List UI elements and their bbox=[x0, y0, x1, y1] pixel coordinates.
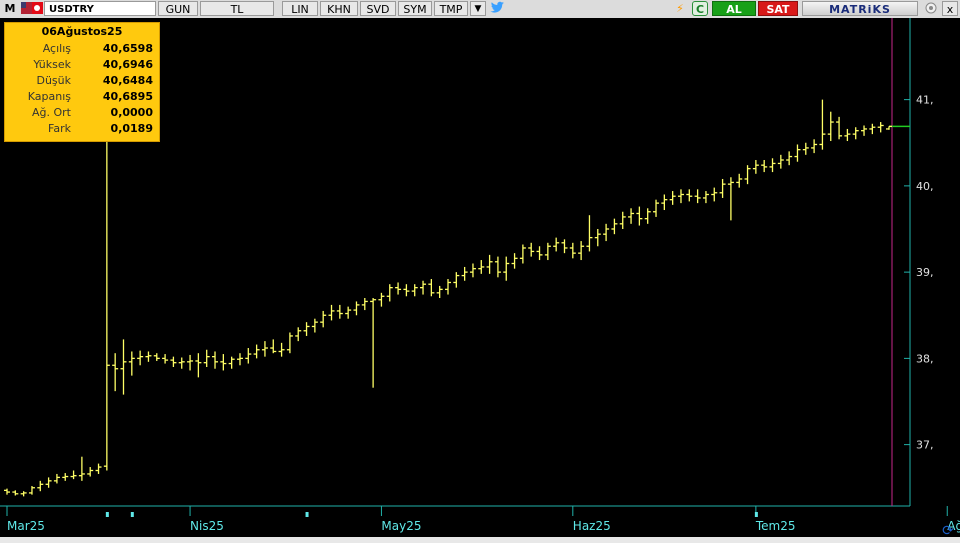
options-icon[interactable] bbox=[922, 1, 940, 16]
horizontal-scrollbar[interactable] bbox=[0, 537, 960, 543]
flag-icon bbox=[20, 1, 44, 16]
event-marker[interactable] bbox=[105, 512, 109, 517]
info-value: 40,6598 bbox=[102, 42, 153, 55]
symbol-input[interactable]: USDTRY bbox=[44, 1, 156, 16]
info-date: 06Ağustos25 bbox=[41, 25, 123, 38]
event-marker[interactable] bbox=[754, 512, 758, 517]
info-label: Fark bbox=[48, 122, 71, 135]
info-row: Açılış 40,6598 bbox=[5, 41, 159, 57]
flash-icon[interactable]: ⚡ bbox=[672, 1, 688, 16]
info-row: Kapanış 40,6895 bbox=[5, 89, 159, 105]
info-value: 0,0189 bbox=[110, 122, 153, 135]
info-label: Ağ. Ort bbox=[32, 106, 71, 119]
event-marker[interactable] bbox=[305, 512, 309, 517]
info-label: Yüksek bbox=[33, 58, 71, 71]
currency-button[interactable]: TL bbox=[200, 1, 274, 16]
brand-logo: MATRiKS bbox=[802, 1, 918, 16]
chart-toolbar: M USDTRY GUN TL LIN KHN SVD SYM TMP ▼ ⚡ … bbox=[0, 0, 960, 19]
y-tick-label: 39, bbox=[916, 266, 934, 279]
svd-button[interactable]: SVD bbox=[360, 1, 396, 16]
buy-button[interactable]: AL bbox=[712, 1, 756, 16]
info-label: Açılış bbox=[42, 42, 71, 55]
info-value: 40,6484 bbox=[102, 74, 153, 87]
sell-button[interactable]: SAT bbox=[758, 1, 798, 16]
scale-button[interactable]: LIN bbox=[282, 1, 318, 16]
info-row: Ağ. Ort 0,0000 bbox=[5, 105, 159, 121]
y-tick-label: 37, bbox=[916, 439, 934, 452]
period-button[interactable]: GUN bbox=[158, 1, 198, 16]
x-tick-label: Haz25 bbox=[573, 519, 611, 533]
x-tick-label: Nis25 bbox=[190, 519, 224, 533]
info-panel: 06Ağustos25 Açılış 40,6598 Yüksek 40,6946 … bbox=[4, 22, 160, 142]
sym-button[interactable]: SYM bbox=[398, 1, 432, 16]
info-label: Düşük bbox=[36, 74, 71, 87]
x-tick-label: Tem25 bbox=[755, 519, 796, 533]
info-value: 0,0000 bbox=[110, 106, 153, 119]
info-label: Kapanış bbox=[27, 90, 71, 103]
info-row: Düşük 40,6484 bbox=[5, 73, 159, 89]
twitter-icon[interactable] bbox=[488, 1, 506, 16]
x-tick-label: May25 bbox=[381, 519, 421, 533]
y-tick-label: 38, bbox=[916, 352, 934, 365]
tmp-button[interactable]: TMP bbox=[434, 1, 468, 16]
x-tick-label: Mar25 bbox=[7, 519, 45, 533]
info-row: Yüksek 40,6946 bbox=[5, 57, 159, 73]
refresh-icon[interactable]: C bbox=[692, 1, 708, 16]
info-value: 40,6895 bbox=[102, 90, 153, 103]
dropdown-arrow-icon[interactable]: ▼ bbox=[470, 1, 486, 16]
info-value: 40,6946 bbox=[102, 58, 153, 71]
event-marker[interactable] bbox=[130, 512, 134, 517]
khn-button[interactable]: KHN bbox=[320, 1, 358, 16]
info-row: Fark 0,0189 bbox=[5, 121, 159, 137]
y-tick-label: 40, bbox=[916, 180, 934, 193]
sync-icon[interactable]: ⟳ bbox=[938, 522, 958, 540]
close-button[interactable]: x bbox=[942, 1, 958, 16]
y-tick-label: 41, bbox=[916, 94, 934, 107]
menu-button[interactable]: M bbox=[2, 1, 18, 16]
